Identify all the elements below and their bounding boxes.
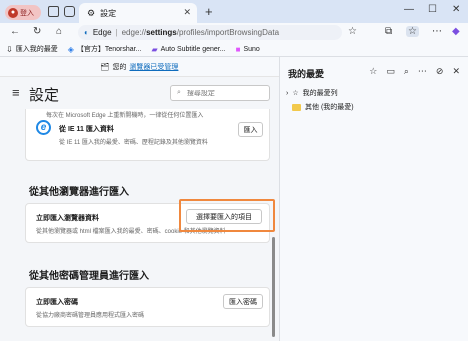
bookmarks-bar: ⇩ 匯入我的最愛 ◈ 【官方】Tenorshar... ▰ Auto Subti… bbox=[0, 42, 468, 57]
address-bar[interactable]: ◐ Edge | edge://settings/profiles/import… bbox=[78, 25, 342, 40]
browser-card-title: 立即匯入瀏覽器資料 bbox=[36, 215, 99, 222]
split-screen-icon[interactable]: ⧉ bbox=[385, 26, 392, 37]
ie-import-card: 每次在 Microsoft Edge 上重新開機時，一律從任何位置匯入 e 從 … bbox=[25, 109, 270, 161]
password-import-card: 立即匯入密碼 從協力廠商密碼管理員應用程式匯入密碼 匯入密碼 bbox=[25, 287, 270, 327]
favorites-toolbar: ☆ ▭ ⌕ ⋯ ⊘ ✕ bbox=[369, 66, 460, 77]
import-password-button[interactable]: 匯入密碼 bbox=[223, 294, 263, 309]
search-favorites-icon[interactable]: ⌕ bbox=[404, 66, 409, 77]
bookmark-tenorshare[interactable]: ◈ 【官方】Tenorshar... bbox=[68, 44, 142, 54]
home-icon[interactable]: ⌂ bbox=[56, 26, 62, 37]
favorites-icon[interactable]: ☆ bbox=[406, 26, 419, 37]
settings-header: ≡ 設定 ⌕ bbox=[0, 77, 279, 109]
close-window-icon[interactable]: ✕ bbox=[452, 4, 460, 15]
star-icon: ☆ bbox=[292, 90, 299, 97]
profile-label: 登入 bbox=[20, 9, 34, 17]
chevron-right-icon: › bbox=[286, 89, 289, 97]
copilot-icon[interactable]: ◆ bbox=[452, 26, 460, 37]
more-options-icon[interactable]: ⋯ bbox=[418, 66, 427, 77]
bookmark-suno[interactable]: ■ Suno bbox=[236, 45, 260, 54]
tab-title: 設定 bbox=[100, 8, 117, 18]
menu-icon[interactable]: ≡ bbox=[12, 85, 20, 100]
tab-bar: ● 登入 ⚙ 設定 ✕ + — ☐ ✕ bbox=[0, 0, 468, 23]
workspaces-icon[interactable] bbox=[48, 6, 59, 17]
address-url: edge://settings/profiles/importBrowsingD… bbox=[121, 28, 280, 37]
folder-icon bbox=[292, 103, 301, 111]
more-icon[interactable]: ⋯ bbox=[432, 26, 442, 37]
password-card-desc: 從協力廠商密碼管理員應用程式匯入密碼 bbox=[36, 313, 145, 319]
page-title: 設定 bbox=[29, 87, 60, 104]
maximize-icon[interactable]: ☐ bbox=[428, 4, 437, 15]
import-icon: ⇩ bbox=[6, 44, 13, 54]
tab-actions-icon[interactable] bbox=[64, 6, 75, 17]
search-box[interactable]: ⌕ bbox=[170, 85, 270, 101]
add-favorite-icon[interactable]: ☆ bbox=[369, 66, 377, 77]
suno-icon: ■ bbox=[235, 44, 241, 54]
tenorshare-icon: ◈ bbox=[67, 44, 74, 54]
address-separator: | bbox=[115, 28, 118, 37]
profile-button[interactable]: ● 登入 bbox=[5, 5, 41, 20]
pin-icon[interactable]: ⊘ bbox=[436, 66, 444, 77]
banner-text: 您的 bbox=[112, 63, 127, 71]
ie-card-desc: 從 IE 11 匯入我的最愛、密碼、歷程記錄及其他瀏覽資料 bbox=[59, 140, 208, 146]
subtitle-icon: ▰ bbox=[151, 44, 158, 54]
new-tab-button[interactable]: + bbox=[205, 4, 213, 19]
ie-logo-icon: e bbox=[36, 120, 51, 135]
ie-cut-text: 每次在 Microsoft Edge 上重新開機時，一律從任何位置匯入 bbox=[46, 113, 204, 119]
minimize-icon[interactable]: — bbox=[404, 4, 414, 15]
back-icon[interactable]: ← bbox=[10, 26, 20, 37]
star-add-icon[interactable]: ☆ bbox=[348, 26, 357, 37]
favorites-title: 我的最愛 bbox=[288, 69, 325, 79]
section-password-managers: 從其他密碼管理員進行匯入 bbox=[29, 271, 149, 282]
search-input[interactable] bbox=[186, 89, 257, 97]
other-favorites-item[interactable]: 其他 (我的最愛) bbox=[292, 102, 354, 112]
managed-link[interactable]: 瀏覽器已受管理 bbox=[129, 62, 178, 72]
avatar: ● bbox=[8, 7, 18, 18]
gear-icon: ⚙ bbox=[87, 7, 96, 18]
address-host: Edge bbox=[92, 28, 112, 37]
edge-logo-icon: ◐ bbox=[84, 28, 89, 37]
tab-settings[interactable]: ⚙ 設定 ✕ bbox=[79, 3, 197, 23]
bookmark-import[interactable]: ⇩ 匯入我的最愛 bbox=[6, 44, 58, 54]
ie-card-title: 從 IE 11 匯入資料 bbox=[59, 126, 114, 133]
scrollbar[interactable] bbox=[272, 237, 275, 337]
briefcase-icon: 🗂 bbox=[100, 63, 110, 71]
ie-import-button[interactable]: 匯入 bbox=[238, 122, 263, 137]
highlight-box bbox=[179, 199, 275, 232]
settings-page: 🗂 您的 瀏覽器已受管理 ≡ 設定 ⌕ 每次在 Microsoft Edge 上… bbox=[0, 57, 279, 341]
add-folder-icon[interactable]: ▭ bbox=[386, 66, 395, 77]
favorites-panel: 我的最愛 ☆ ▭ ⌕ ⋯ ⊘ ✕ › ☆ 我的最愛列 其他 (我的最愛) bbox=[279, 57, 468, 341]
close-tab-icon[interactable]: ✕ bbox=[183, 7, 191, 18]
close-panel-icon[interactable]: ✕ bbox=[452, 66, 460, 77]
section-other-browsers: 從其他瀏覽器進行匯入 bbox=[29, 187, 129, 198]
managed-banner: 🗂 您的 瀏覽器已受管理 bbox=[0, 57, 279, 77]
search-icon: ⌕ bbox=[177, 89, 181, 96]
navigation-bar: ← ↻ ⌂ ◐ Edge | edge://settings/profiles/… bbox=[0, 23, 468, 42]
bookmark-auto-subtitle[interactable]: ▰ Auto Subtitle gener... bbox=[151, 45, 225, 54]
password-card-title: 立即匯入密碼 bbox=[36, 299, 78, 306]
favorites-bar-item[interactable]: › ☆ 我的最愛列 bbox=[286, 88, 338, 98]
refresh-icon[interactable]: ↻ bbox=[33, 26, 41, 37]
